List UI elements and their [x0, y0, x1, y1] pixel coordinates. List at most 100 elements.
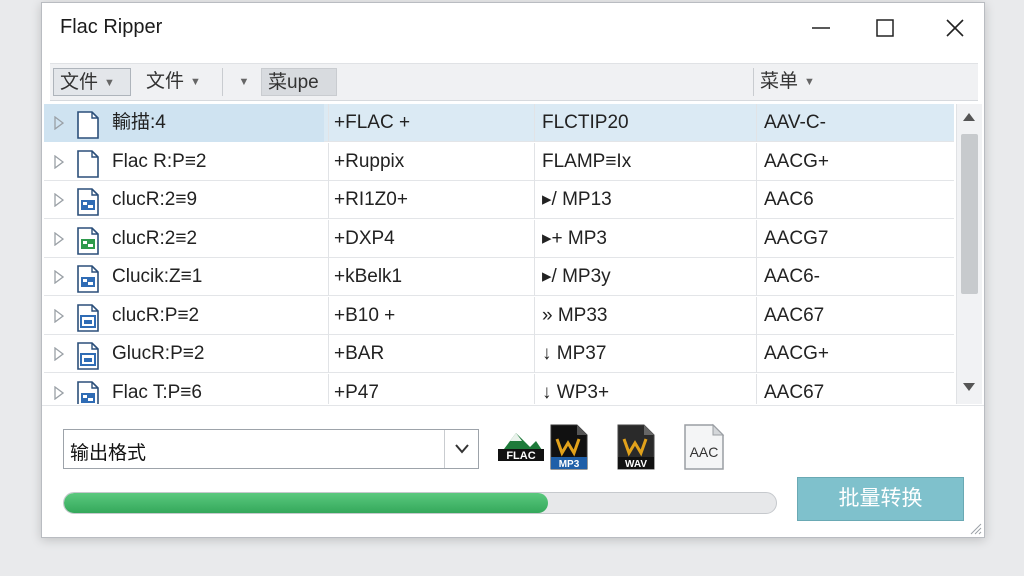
column-divider	[328, 219, 329, 258]
column2-cell: +Ruppix	[334, 150, 405, 172]
scroll-up-icon[interactable]	[962, 112, 976, 122]
column-divider	[534, 258, 535, 296]
name-cell: clucR:2≡9	[44, 181, 324, 219]
expand-arrow-icon[interactable]	[54, 116, 64, 130]
maximize-icon	[876, 19, 894, 37]
name-cell: clucR:2≡2	[44, 220, 324, 258]
column2-cell: +RI1Z0+	[334, 189, 408, 210]
expand-arrow-icon[interactable]	[54, 154, 64, 169]
name-cell: 輸描:4	[44, 104, 324, 142]
tab-upe[interactable]: 菜upe	[261, 68, 337, 96]
column3-cell: FLAMP≡Ix	[542, 150, 632, 172]
list-item[interactable]: 輸描:4 +FLAC + FLCTIP20 AAV-C-	[44, 104, 954, 142]
list-item[interactable]: Flac R:P≡2 +Ruppix FLAMP≡Ix AACG+	[44, 142, 954, 181]
column2-cell: +BAR	[334, 343, 385, 364]
column-divider	[756, 219, 757, 258]
column2-cell: +DXP4	[334, 227, 395, 249]
wav-label: WAV	[625, 459, 647, 470]
list-item[interactable]: clucR:2≡2 +DXP4 ▸+ MP3 AACG7	[44, 219, 954, 258]
menu-main[interactable]: 菜单 ▼	[753, 68, 831, 96]
aac-format-icon[interactable]: AAC	[683, 423, 725, 476]
column-divider	[534, 219, 535, 258]
conversion-progress-bar	[63, 492, 777, 514]
name-cell: Flac R:P≡2	[44, 143, 324, 181]
resize-grip-icon[interactable]	[968, 521, 982, 535]
audio-file-icon	[76, 265, 100, 296]
list-item[interactable]: GlucR:P≡2 +BAR ↓ MP37 AACG+	[44, 335, 954, 373]
flac-label: FLAC	[506, 450, 535, 462]
column-divider	[534, 335, 535, 373]
list-item[interactable]: clucR:2≡9 +RI1Z0+ ▸/ MP13 AAC6	[44, 181, 954, 219]
column3-cell: ↓ WP3+	[542, 381, 610, 403]
expand-arrow-icon[interactable]	[54, 231, 64, 246]
menu-file[interactable]: 文件 ▼	[53, 68, 131, 96]
toolbar: 文件 ▼ 文件 ▼ ▼ 菜upe 菜单 ▼	[50, 63, 978, 101]
expand-arrow-icon[interactable]	[54, 193, 64, 207]
column3-cell: ▸/ MP13	[542, 189, 612, 210]
file-name: Clucik:Z≡1	[112, 266, 203, 287]
column-divider	[534, 373, 535, 404]
toolbar-divider	[222, 68, 223, 96]
column-divider	[534, 296, 535, 335]
file-list: 輸描:4 +FLAC + FLCTIP20 AAV-C- Flac R:P≡2 +Rupp…	[44, 104, 954, 404]
column-divider	[328, 335, 329, 373]
wav-format-icon[interactable]: WAV	[616, 423, 656, 476]
column2-cell: +FLAC +	[334, 112, 411, 133]
toolbar-dropdown[interactable]: ▼	[226, 68, 262, 96]
column-divider	[534, 104, 535, 142]
column-divider	[756, 181, 757, 219]
expand-arrow-icon[interactable]	[54, 385, 64, 400]
menu-file-2[interactable]: 文件 ▼	[140, 68, 220, 96]
column4-cell: AACG+	[764, 343, 829, 364]
select-dropdown-button[interactable]	[444, 430, 478, 468]
list-item[interactable]: Clucik:Z≡1 +kBelk1 ▸/ MP3y AAC6-	[44, 258, 954, 296]
column-divider	[756, 373, 757, 404]
column-divider	[756, 296, 757, 335]
flac-format-icon[interactable]: FLAC	[496, 427, 546, 468]
close-button[interactable]	[932, 9, 978, 47]
column4-cell: AACG7	[764, 227, 829, 249]
audio-file-green-icon	[76, 226, 100, 258]
column-divider	[328, 142, 329, 181]
close-icon	[946, 19, 964, 37]
chevron-down-icon: ▼	[238, 76, 250, 88]
column4-cell: AAC6-	[764, 266, 820, 287]
file-name: clucR:P≡2	[112, 304, 200, 326]
batch-convert-button[interactable]: 批量转换	[797, 477, 964, 521]
expand-arrow-icon[interactable]	[54, 270, 64, 284]
column-divider	[328, 181, 329, 219]
tab-upe-label: 菜upe	[268, 72, 319, 93]
scrollbar-thumb[interactable]	[961, 134, 978, 294]
maximize-button[interactable]	[862, 9, 908, 47]
file-name: GlucR:P≡2	[112, 343, 205, 364]
column-divider	[534, 142, 535, 181]
vertical-scrollbar[interactable]	[956, 104, 982, 404]
mp3-format-icon[interactable]: MP3	[549, 423, 589, 476]
menu-main-label: 菜单	[760, 71, 799, 92]
column3-cell: ▸+ MP3	[542, 227, 607, 249]
chevron-down-icon: ▼	[804, 76, 815, 88]
app-window: Flac Ripper 文件 ▼ 文件 ▼ ▼ 菜upe 菜单 ▼ 輸描:4 +FLAC…	[41, 2, 985, 538]
list-item[interactable]: clucR:P≡2 +B10 + » MP33 AAC67	[44, 296, 954, 335]
blank-file-icon	[76, 111, 100, 142]
column-divider	[328, 104, 329, 142]
column4-cell: AAC67	[764, 304, 825, 326]
column2-cell: +B10 +	[334, 304, 396, 326]
file-name: clucR:2≡9	[112, 189, 198, 210]
audio-file-icon	[76, 380, 100, 404]
minimize-button[interactable]	[798, 9, 844, 47]
output-format-select[interactable]: 输出格式	[63, 429, 479, 469]
expand-arrow-icon[interactable]	[54, 308, 64, 323]
column4-cell: AAC6	[764, 189, 814, 210]
name-cell: Clucik:Z≡1	[44, 258, 324, 296]
chevron-down-icon: ▼	[104, 77, 115, 89]
scroll-down-icon[interactable]	[962, 382, 976, 392]
minimize-icon	[812, 27, 830, 29]
progress-fill	[64, 493, 549, 513]
menu-file-label: 文件	[60, 72, 99, 93]
menu-file-2-label: 文件	[146, 71, 185, 92]
list-item[interactable]: Flac T:P≡6 +P47 ↓ WP3+ AAC67	[44, 373, 954, 404]
title-bar[interactable]: Flac Ripper	[42, 3, 984, 53]
image-file-icon	[76, 303, 100, 335]
expand-arrow-icon[interactable]	[54, 347, 64, 361]
